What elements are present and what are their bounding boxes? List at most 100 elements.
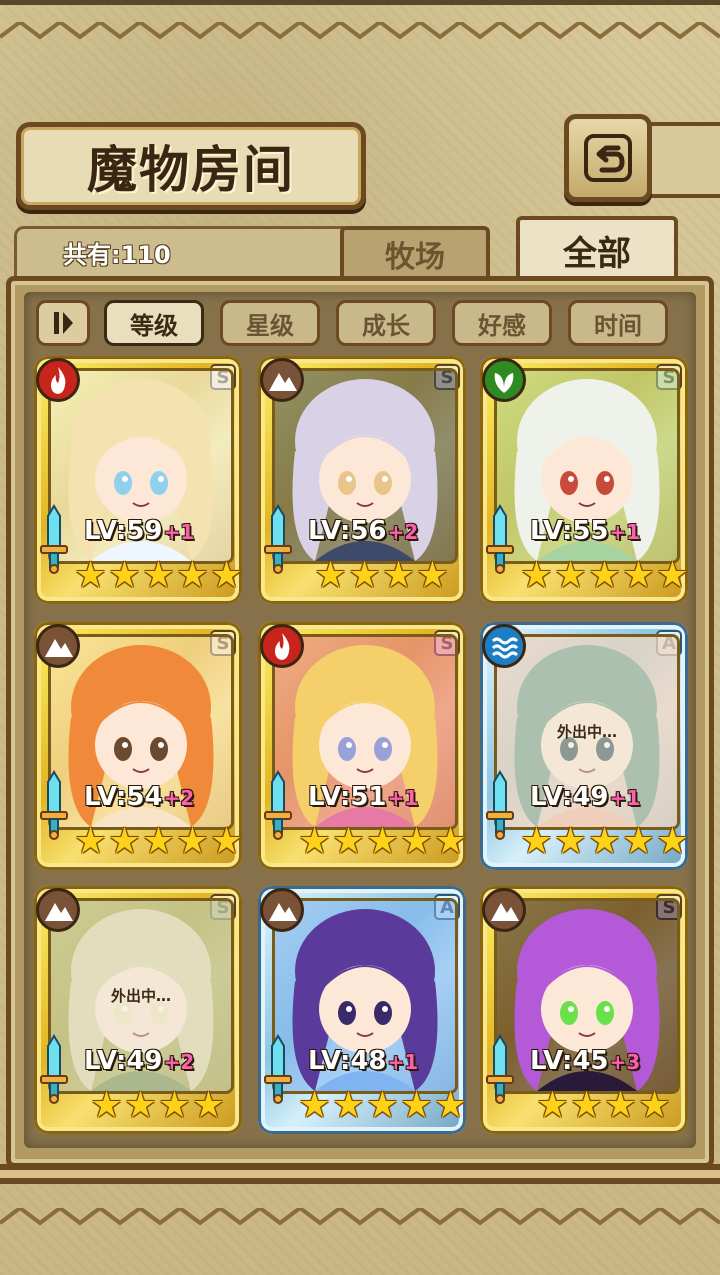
star-icon: ★ [142, 821, 175, 862]
star-icon: ★ [108, 555, 141, 596]
monster-card[interactable]: SLV:59+1★★★★★ [34, 356, 243, 604]
star-icon: ★ [536, 1085, 569, 1126]
level-plus: +1 [387, 1050, 419, 1074]
monster-count-bar: 共有:110 [14, 226, 344, 276]
star-icon: ★ [332, 821, 365, 862]
level-value: LV:59 [84, 516, 163, 546]
top-edge [0, 0, 720, 5]
sort-time-button[interactable]: 时间 [568, 300, 668, 346]
earth-element-icon [36, 624, 80, 668]
tab-all[interactable]: 全部 [516, 216, 678, 280]
star-rating: ★ ★ ★ ★ ★ [74, 824, 243, 864]
star-rating: ★ ★ ★ ★ [536, 1088, 671, 1128]
sort-direction-icon [54, 312, 73, 334]
away-status-label: 外出中… [556, 723, 617, 741]
level-value: LV:55 [530, 516, 609, 546]
level-plus: +2 [387, 520, 419, 544]
back-button[interactable] [564, 114, 652, 202]
star-icon: ★ [314, 555, 347, 596]
star-rating: ★ ★ ★ ★ ★ [298, 1088, 467, 1128]
star-icon: ★ [366, 1085, 399, 1126]
sword-icon [484, 504, 516, 574]
star-rating: ★ ★ ★ ★ ★ [520, 558, 689, 598]
star-icon: ★ [400, 821, 433, 862]
top-zigzag-border [0, 22, 720, 40]
star-rating: ★ ★ ★ ★ ★ [74, 558, 243, 598]
fire-element-icon [260, 624, 304, 668]
sort-affection-button[interactable]: 好感 [452, 300, 552, 346]
level-value: LV:48 [308, 1046, 387, 1076]
level-plus: +2 [163, 1050, 195, 1074]
bottom-zigzag-border [0, 1208, 720, 1226]
water-element-icon [482, 624, 526, 668]
monster-card[interactable]: ALV:48+1★★★★★ [258, 886, 467, 1134]
star-icon: ★ [210, 555, 243, 596]
star-rating: ★ ★ ★ ★ [314, 558, 449, 598]
sword-icon [262, 504, 294, 574]
star-rating: ★ ★ ★ ★ ★ [298, 824, 467, 864]
sword-icon [262, 770, 294, 840]
sword-icon [38, 770, 70, 840]
monster-card[interactable]: SLV:45+3★★★★ [480, 886, 688, 1134]
sword-icon [262, 1034, 294, 1104]
level-plus: +2 [163, 786, 195, 810]
star-icon: ★ [74, 555, 107, 596]
level-label: LV:54+2 [84, 782, 194, 812]
level-plus: +1 [387, 786, 419, 810]
earth-element-icon [260, 358, 304, 402]
star-icon: ★ [90, 1085, 123, 1126]
monster-card[interactable]: S外出中…LV:49+2★★★★ [34, 886, 242, 1134]
nature-element-icon [482, 358, 526, 402]
star-icon: ★ [416, 555, 449, 596]
star-icon: ★ [400, 1085, 433, 1126]
star-icon: ★ [622, 821, 655, 862]
level-plus: +3 [609, 1050, 641, 1074]
level-label: LV:55+1 [530, 516, 640, 546]
sword-icon [38, 1034, 70, 1104]
tab-ranch[interactable]: 牧场 [340, 226, 490, 278]
level-label: LV:49+1 [530, 782, 640, 812]
star-icon: ★ [108, 821, 141, 862]
level-plus: +1 [163, 520, 195, 544]
sort-growth-button[interactable]: 成长 [336, 300, 436, 346]
star-icon: ★ [656, 555, 689, 596]
away-status-label: 外出中… [110, 987, 171, 1005]
star-icon: ★ [176, 821, 209, 862]
level-label: LV:48+1 [308, 1046, 418, 1076]
star-rating: ★ ★ ★ ★ ★ [520, 824, 689, 864]
star-icon: ★ [176, 555, 209, 596]
star-icon: ★ [158, 1085, 191, 1126]
sort-order-toggle[interactable] [36, 300, 90, 346]
monster-card[interactable]: SLV:56+2★★★★ [258, 356, 466, 604]
earth-element-icon [260, 888, 304, 932]
star-icon: ★ [656, 821, 689, 862]
level-plus: +1 [609, 786, 641, 810]
level-label: LV:56+2 [308, 516, 418, 546]
level-value: LV:54 [84, 782, 163, 812]
monster-card[interactable]: SLV:55+1★★★★★ [480, 356, 689, 604]
star-icon: ★ [588, 821, 621, 862]
level-label: LV:45+3 [530, 1046, 640, 1076]
level-value: LV:51 [308, 782, 387, 812]
panel-bottom-trim-inner [0, 1170, 720, 1178]
sort-level-button[interactable]: 等级 [104, 300, 204, 346]
earth-element-icon [482, 888, 526, 932]
level-label: LV:59+1 [84, 516, 194, 546]
star-icon: ★ [434, 1085, 467, 1126]
monster-card[interactable]: SLV:51+1★★★★★ [258, 622, 467, 870]
star-icon: ★ [192, 1085, 225, 1126]
level-label: LV:49+2 [84, 1046, 194, 1076]
star-icon: ★ [520, 821, 553, 862]
fire-element-icon [36, 358, 80, 402]
level-value: LV:45 [530, 1046, 609, 1076]
level-value: LV:49 [530, 782, 609, 812]
sort-bar: 等级 星级 成长 好感 时间 [30, 298, 690, 350]
monster-card[interactable]: A外出中…LV:49+1★★★★★ [480, 622, 689, 870]
level-value: LV:49 [84, 1046, 163, 1076]
star-icon: ★ [348, 555, 381, 596]
star-icon: ★ [554, 821, 587, 862]
monster-card[interactable]: SLV:54+2★★★★★ [34, 622, 243, 870]
star-icon: ★ [554, 555, 587, 596]
sort-star-button[interactable]: 星级 [220, 300, 320, 346]
sword-icon [38, 504, 70, 574]
